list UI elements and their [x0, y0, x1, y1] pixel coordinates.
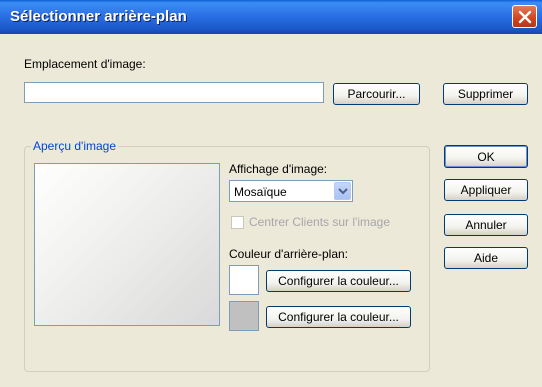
close-icon — [518, 10, 532, 24]
color-swatch-secondary — [229, 301, 259, 331]
center-clients-checkbox[interactable] — [231, 216, 244, 229]
background-color-label: Couleur d'arrière-plan: — [229, 247, 349, 261]
image-location-label: Emplacement d'image: — [24, 57, 146, 71]
image-display-label: Affichage d'image: — [229, 162, 328, 176]
window-title: Sélectionner arrière-plan — [10, 8, 187, 25]
configure-color-button-2[interactable]: Configurer la couleur... — [266, 306, 411, 328]
help-button[interactable]: Aide — [444, 247, 528, 269]
image-display-value: Mosaïque — [234, 185, 287, 199]
configure-color-button-1[interactable]: Configurer la couleur... — [266, 270, 411, 292]
close-button[interactable] — [512, 5, 537, 28]
ok-button[interactable]: OK — [444, 145, 528, 168]
apply-button[interactable]: Appliquer — [444, 179, 528, 201]
center-clients-label: Centrer Clients sur l'image — [249, 215, 391, 229]
browse-button[interactable]: Parcourir... — [333, 83, 420, 105]
chevron-down-icon — [338, 188, 348, 195]
image-display-select[interactable]: Mosaïque — [229, 180, 353, 202]
background-dialog: Sélectionner arrière-plan Emplacement d'… — [0, 0, 542, 387]
image-location-input[interactable] — [24, 82, 324, 103]
image-preview-legend: Aperçu d'image — [31, 139, 119, 153]
cancel-button[interactable]: Annuler — [444, 214, 528, 236]
delete-button[interactable]: Supprimer — [443, 83, 528, 105]
dropdown-button[interactable] — [334, 182, 351, 200]
title-bar[interactable]: Sélectionner arrière-plan — [0, 0, 542, 34]
image-preview — [34, 163, 220, 326]
color-swatch-primary — [229, 265, 259, 295]
